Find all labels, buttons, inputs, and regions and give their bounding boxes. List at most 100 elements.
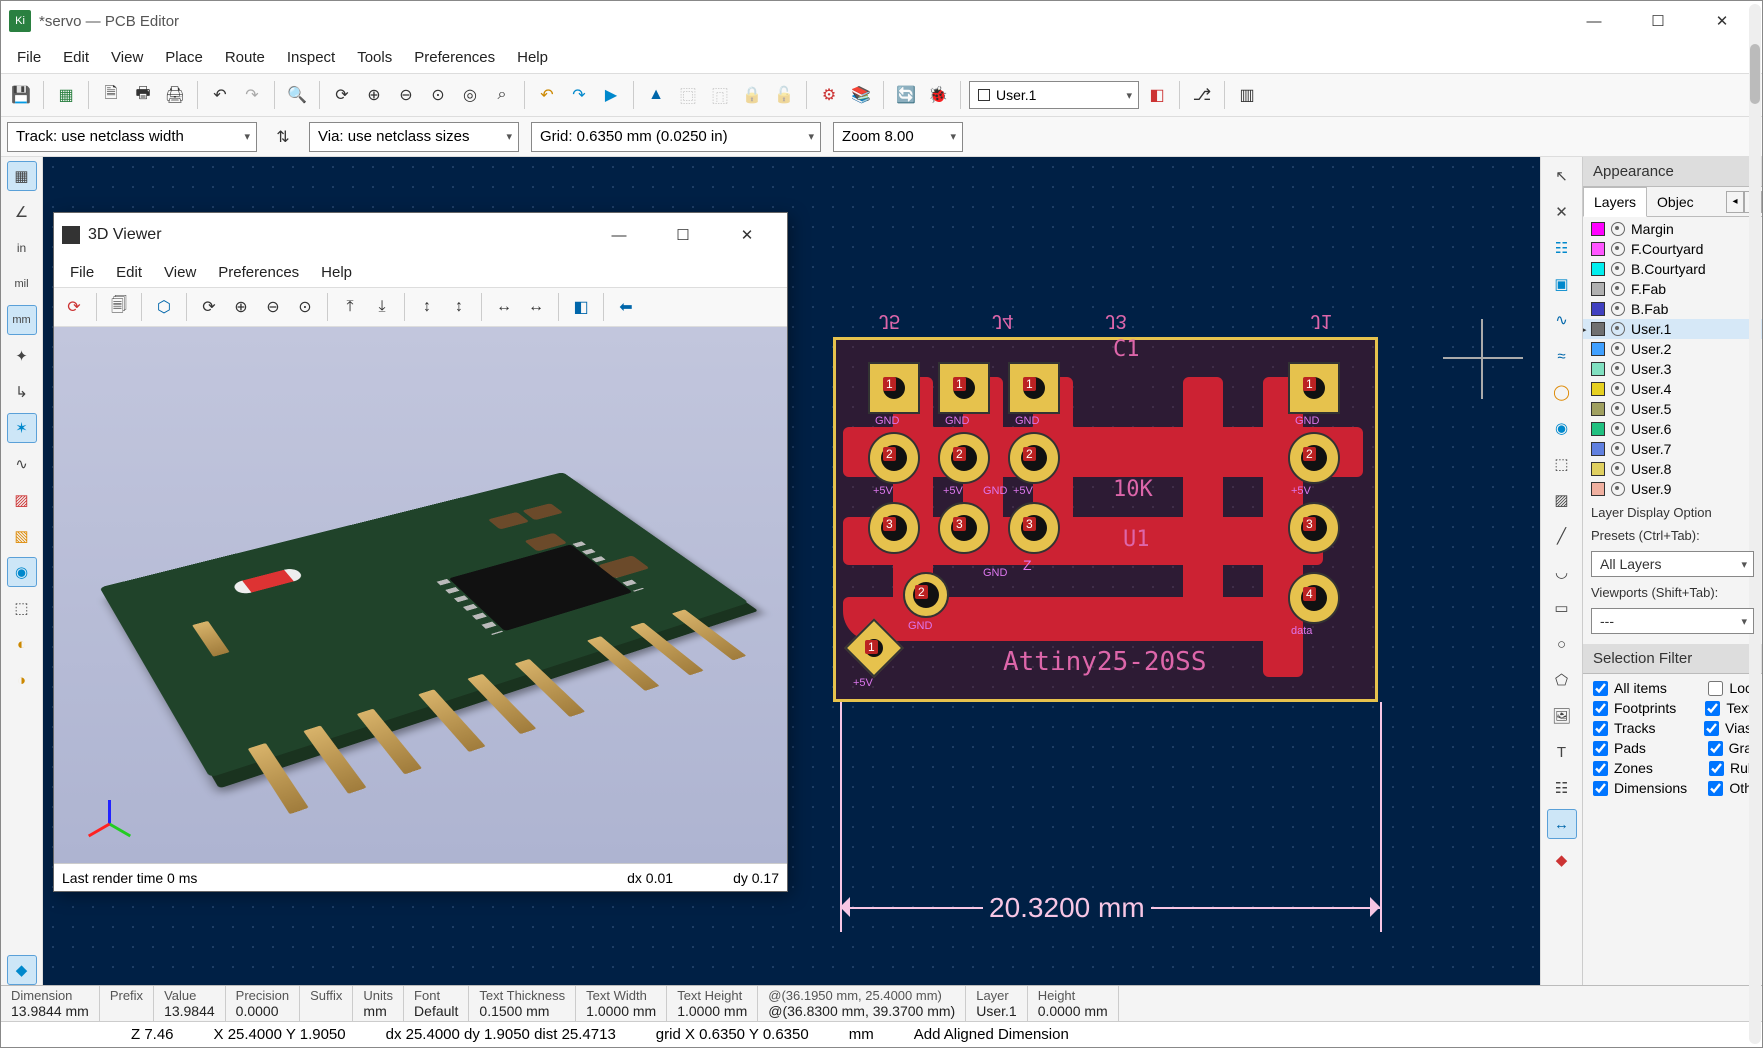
visibility-toggle-icon[interactable] bbox=[1611, 282, 1625, 296]
3d-ortho-icon[interactable]: ⬅ bbox=[612, 293, 640, 321]
pad-fill-icon[interactable]: ◉ bbox=[7, 557, 37, 587]
via-size-selector[interactable]: Via: use netclass sizes bbox=[309, 122, 519, 152]
layer-swatch[interactable] bbox=[1591, 342, 1605, 356]
drc-icon[interactable]: 🐞 bbox=[924, 81, 952, 109]
3d-menu-preferences[interactable]: Preferences bbox=[208, 260, 309, 285]
layers-manager-icon[interactable]: ◆ bbox=[7, 955, 37, 985]
polar-icon[interactable]: ∠ bbox=[7, 197, 37, 227]
layer-swatch[interactable] bbox=[1591, 222, 1605, 236]
zoom-selection-icon[interactable]: ⌕ bbox=[488, 81, 516, 109]
3d-menu-view[interactable]: View bbox=[154, 260, 206, 285]
save-icon[interactable]: 💾 bbox=[7, 81, 35, 109]
origin-tool-icon[interactable]: ◆ bbox=[1547, 845, 1577, 875]
rotate-ccw-icon[interactable]: ↶ bbox=[533, 81, 561, 109]
filter-checkbox[interactable] bbox=[1593, 721, 1608, 736]
3d-zoom-out-icon[interactable]: ⊖ bbox=[259, 293, 287, 321]
tab-layers[interactable]: Layers bbox=[1583, 187, 1647, 217]
layer-pair-icon[interactable]: ◧ bbox=[1143, 81, 1171, 109]
track-width-selector[interactable]: Track: use netclass width bbox=[7, 122, 257, 152]
board-setup-icon[interactable]: ▦ bbox=[52, 81, 80, 109]
filter-checkbox[interactable] bbox=[1593, 741, 1608, 756]
3d-close-button[interactable]: ✕ bbox=[727, 220, 767, 250]
dimension-tool-icon[interactable]: ↔ bbox=[1547, 809, 1577, 839]
route-track-icon[interactable]: ∿ bbox=[1547, 305, 1577, 335]
layer-scrollbar[interactable] bbox=[1749, 217, 1761, 501]
filter-checkbox[interactable] bbox=[1708, 741, 1723, 756]
zoom-selector[interactable]: Zoom 8.00 bbox=[833, 122, 963, 152]
ratsnest-icon[interactable]: ✶ bbox=[7, 413, 37, 443]
footprint-tool-icon[interactable]: ▣ bbox=[1547, 269, 1577, 299]
filter-checkbox[interactable] bbox=[1704, 721, 1719, 736]
filter-checkbox[interactable] bbox=[1708, 781, 1723, 796]
print-icon[interactable]: 🖶 bbox=[129, 81, 157, 109]
net-inspect-icon[interactable]: ☷ bbox=[1547, 233, 1577, 263]
3d-rotate-y2-icon[interactable]: ↔ bbox=[522, 293, 550, 321]
3d-view-top-icon[interactable]: ⤒ bbox=[336, 293, 364, 321]
filter-checkbox[interactable] bbox=[1593, 701, 1608, 716]
maximize-button[interactable]: ☐ bbox=[1638, 6, 1678, 36]
rule-area-icon[interactable]: ▨ bbox=[1547, 485, 1577, 515]
visibility-toggle-icon[interactable] bbox=[1611, 342, 1625, 356]
menu-help[interactable]: Help bbox=[507, 45, 558, 70]
unlock-icon[interactable]: 🔓 bbox=[770, 81, 798, 109]
footprint-editor-icon[interactable]: ⚙ bbox=[815, 81, 843, 109]
3d-flip-icon[interactable]: ◧ bbox=[567, 293, 595, 321]
ungroup-icon[interactable]: ⿵ bbox=[706, 81, 734, 109]
visibility-toggle-icon[interactable] bbox=[1611, 422, 1625, 436]
visibility-toggle-icon[interactable] bbox=[1611, 382, 1625, 396]
filter-checkbox[interactable] bbox=[1593, 681, 1608, 696]
run-icon[interactable]: ▶ bbox=[597, 81, 625, 109]
3d-zoom-fit-icon[interactable]: ⊙ bbox=[291, 293, 319, 321]
line-tool-icon[interactable]: ╱ bbox=[1547, 521, 1577, 551]
track-width-auto-icon[interactable]: ⇅ bbox=[269, 123, 297, 151]
presets-selector[interactable]: All Layers bbox=[1591, 551, 1754, 577]
update-pcb-icon[interactable]: 🔄 bbox=[892, 81, 920, 109]
pad-num-icon[interactable]: ⬚ bbox=[7, 593, 37, 623]
layer-list[interactable]: MarginF.CourtyardB.CourtyardF.FabB.FabUs… bbox=[1583, 217, 1762, 501]
plot-icon[interactable]: 🖨 bbox=[161, 81, 189, 109]
visibility-toggle-icon[interactable] bbox=[1611, 302, 1625, 316]
page-settings-icon[interactable]: 🗎 bbox=[97, 81, 125, 109]
filter-checkbox[interactable] bbox=[1705, 701, 1720, 716]
zone-fill-icon[interactable]: ▨ bbox=[7, 485, 37, 515]
local-ratsnest-icon[interactable]: ✕ bbox=[1547, 197, 1577, 227]
zoom-object-icon[interactable]: ◎ bbox=[456, 81, 484, 109]
footprint-browser-icon[interactable]: 📚 bbox=[847, 81, 875, 109]
grid-icon[interactable]: ▦ bbox=[7, 161, 37, 191]
visibility-toggle-icon[interactable] bbox=[1611, 262, 1625, 276]
tab-scroll-left[interactable]: ◂ bbox=[1726, 191, 1744, 213]
visibility-toggle-icon[interactable] bbox=[1611, 322, 1625, 336]
menu-view[interactable]: View bbox=[101, 45, 153, 70]
via-tool-icon[interactable]: ◉ bbox=[1547, 413, 1577, 443]
filter-checkbox[interactable] bbox=[1708, 681, 1723, 696]
3d-canvas[interactable] bbox=[54, 327, 787, 863]
3d-rotate-y-icon[interactable]: ↔ bbox=[490, 293, 518, 321]
filter-checkbox[interactable] bbox=[1593, 781, 1608, 796]
layer-row-user-6[interactable]: User.6 bbox=[1583, 419, 1762, 439]
layer-row-user-5[interactable]: User.5 bbox=[1583, 399, 1762, 419]
menu-edit[interactable]: Edit bbox=[53, 45, 99, 70]
inch-icon[interactable]: in bbox=[7, 233, 37, 263]
menu-route[interactable]: Route bbox=[215, 45, 275, 70]
layer-swatch[interactable] bbox=[1591, 382, 1605, 396]
tab-objects[interactable]: Objec bbox=[1647, 188, 1704, 216]
3d-minimize-button[interactable]: — bbox=[599, 220, 639, 250]
layer-row-user-3[interactable]: User.3 bbox=[1583, 359, 1762, 379]
zoom-in-icon[interactable]: ⊕ bbox=[360, 81, 388, 109]
layer-swatch[interactable] bbox=[1591, 242, 1605, 256]
menu-file[interactable]: File bbox=[7, 45, 51, 70]
zoom-fit-icon[interactable]: ⊙ bbox=[424, 81, 452, 109]
text-tool-icon[interactable]: T bbox=[1547, 737, 1577, 767]
image-tool-icon[interactable]: 🖼 bbox=[1547, 701, 1577, 731]
pcb-layout[interactable]: J5J4J3J1 bbox=[833, 337, 1378, 702]
layer-swatch[interactable] bbox=[1591, 482, 1605, 496]
scripting-icon[interactable]: ⎇ bbox=[1188, 81, 1216, 109]
layer-swatch[interactable] bbox=[1591, 362, 1605, 376]
menu-tools[interactable]: Tools bbox=[347, 45, 402, 70]
grid-selector[interactable]: Grid: 0.6350 mm (0.0250 in) bbox=[531, 122, 821, 152]
visibility-toggle-icon[interactable] bbox=[1611, 242, 1625, 256]
visibility-toggle-icon[interactable] bbox=[1611, 442, 1625, 456]
cursor-full-icon[interactable]: ✦ bbox=[7, 341, 37, 371]
refresh-icon[interactable]: ⟳ bbox=[328, 81, 356, 109]
redo-icon[interactable]: ↷ bbox=[238, 81, 266, 109]
